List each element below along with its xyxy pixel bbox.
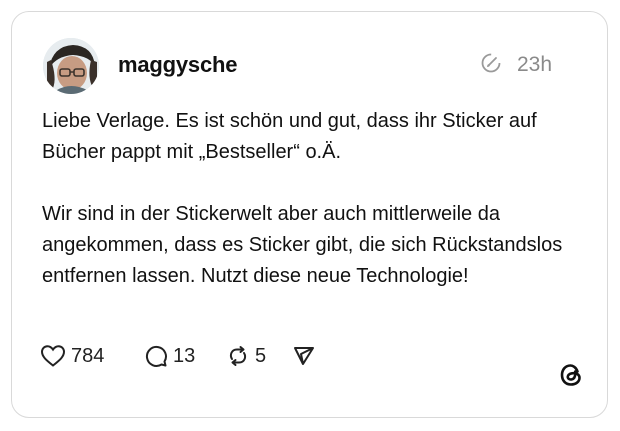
repost-icon [229, 346, 247, 366]
send-icon [294, 347, 314, 365]
avatar[interactable] [43, 38, 99, 94]
heart-icon [40, 345, 66, 367]
like-button[interactable]: 784 [40, 344, 104, 368]
username[interactable]: maggysche [118, 52, 237, 78]
edited-pencil-icon [481, 53, 501, 73]
repost-count: 5 [255, 344, 267, 367]
speech-bubble-icon [145, 345, 167, 367]
threads-logo-icon [560, 364, 581, 386]
post-paragraph: Liebe Verlage. Es ist schön und gut, das… [42, 110, 537, 163]
post-paragraph: Wir sind in der Stickerwelt aber auch mi… [42, 203, 563, 287]
repost-button[interactable]: 5 [226, 344, 266, 368]
reply-count: 13 [173, 344, 196, 367]
like-count: 784 [71, 344, 105, 367]
threads-post-card: maggysche 23h Liebe Verlage. Es ist schö… [11, 11, 608, 418]
reply-button[interactable]: 13 [144, 344, 195, 368]
post-body: Liebe Verlage. Es ist schön und gut, das… [42, 106, 587, 292]
share-button[interactable] [292, 344, 316, 368]
post-timestamp: 23h [517, 53, 553, 76]
